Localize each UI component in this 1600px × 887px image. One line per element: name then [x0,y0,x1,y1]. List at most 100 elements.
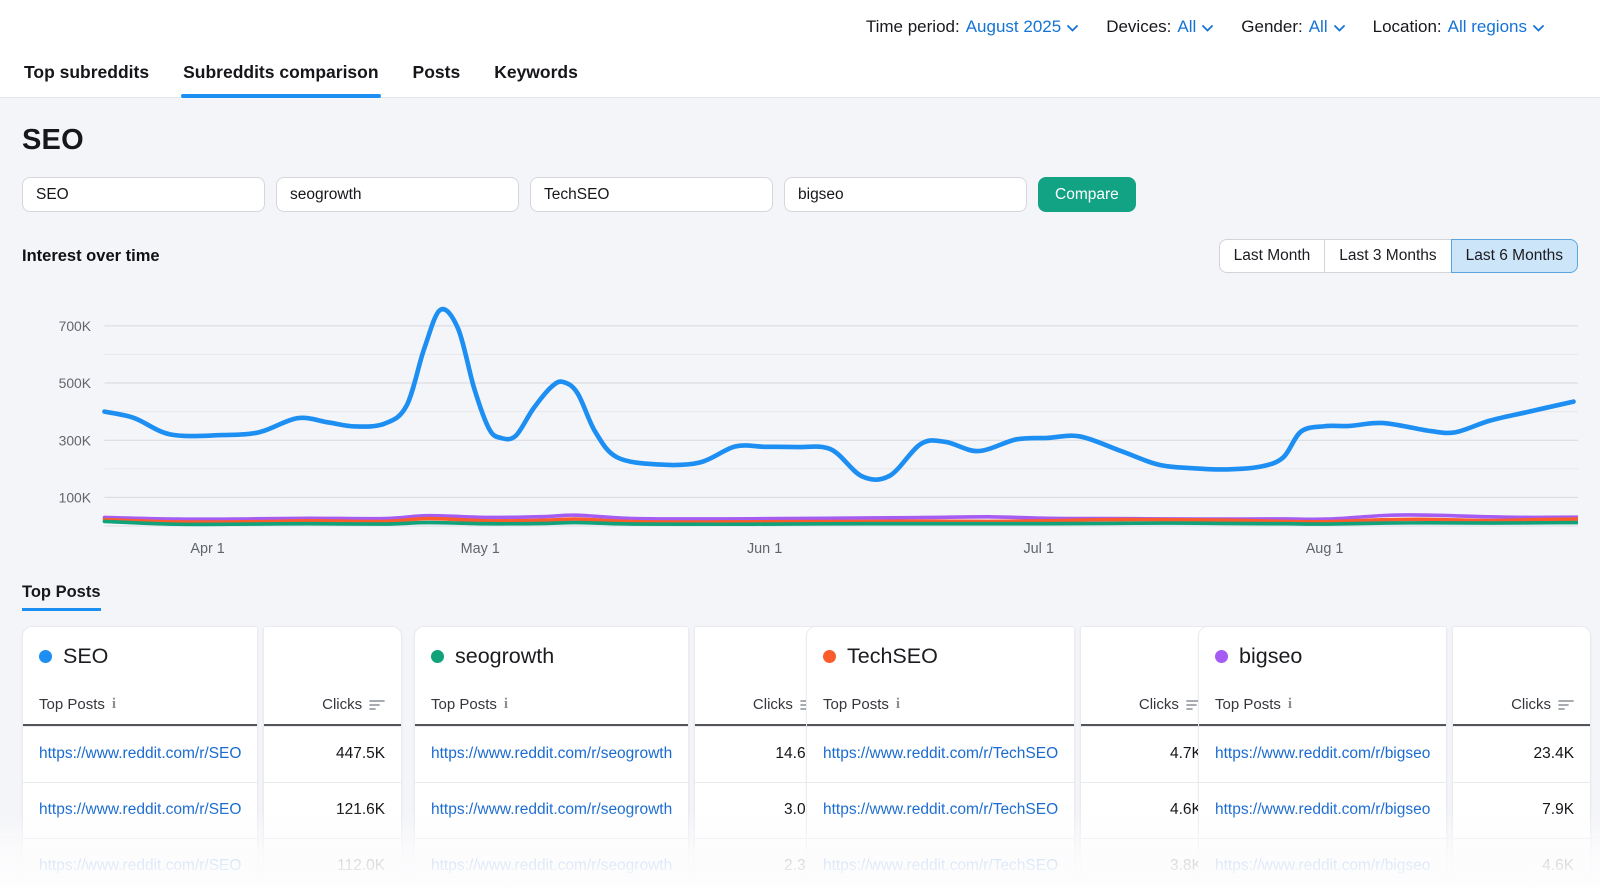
series-dot [823,650,836,663]
filter-location-label: Location: [1373,17,1442,37]
series-dot [431,650,444,663]
subreddit-input-2[interactable] [276,177,519,212]
clicks-column-header: Clicks [1139,696,1179,713]
clicks-column-header: Clicks [753,696,793,713]
svg-text:Jun 1: Jun 1 [747,541,782,557]
post-link[interactable]: https://www.reddit.com/r/SEO [39,857,241,875]
table-row: https://www.reddit.com/r/SEO [23,726,257,782]
clicks-value: 3.0K [711,801,816,819]
info-icon[interactable]: i [112,696,116,713]
range-last-6-months[interactable]: Last 6 Months [1451,239,1578,273]
clicks-value: 4.6K [1097,801,1202,819]
card-title: SEO [63,644,108,669]
clicks-value: 112.0K [280,857,385,875]
filter-gender[interactable]: Gender: All [1241,17,1344,37]
table-row: https://www.reddit.com/r/bigseo [1199,838,1446,887]
svg-text:Apr 1: Apr 1 [190,541,224,557]
post-link[interactable]: https://www.reddit.com/r/TechSEO [823,745,1058,763]
info-icon[interactable]: i [1288,696,1292,713]
svg-text:Aug 1: Aug 1 [1306,541,1344,557]
clicks-value: 7.9K [1469,801,1574,819]
svg-text:500K: 500K [59,375,92,391]
table-row: 112.0K [264,838,401,887]
tab-posts[interactable]: Posts [411,54,463,97]
card-title: bigseo [1239,644,1302,669]
compare-button[interactable]: Compare [1038,177,1136,212]
post-link[interactable]: https://www.reddit.com/r/TechSEO [823,801,1058,819]
post-link[interactable]: https://www.reddit.com/r/bigseo [1215,801,1430,819]
clicks-column-header: Clicks [322,696,362,713]
main-tabs: Top subreddits Subreddits comparison Pos… [0,54,1600,98]
table-row: https://www.reddit.com/r/TechSEO [807,726,1074,782]
svg-text:300K: 300K [59,432,92,448]
top-posts-cards: SEO Top Posts i https://www.reddit.com/r… [22,626,1578,887]
post-link[interactable]: https://www.reddit.com/r/SEO [39,745,241,763]
table-row: https://www.reddit.com/r/SEO [23,838,257,887]
clicks-value: 4.7K [1097,745,1202,763]
svg-text:Jul 1: Jul 1 [1023,541,1053,557]
post-link[interactable]: https://www.reddit.com/r/bigseo [1215,745,1430,763]
filter-time-period-value: August 2025 [966,17,1061,37]
info-icon[interactable]: i [896,696,900,713]
range-last-3-months[interactable]: Last 3 Months [1324,239,1451,273]
post-link[interactable]: https://www.reddit.com/r/SEO [39,801,241,819]
chevron-down-icon [1202,25,1213,32]
tab-top-subreddits[interactable]: Top subreddits [22,54,151,97]
clicks-value: 4.6K [1469,857,1574,875]
time-range-toggle: Last Month Last 3 Months Last 6 Months [1219,239,1578,273]
post-link[interactable]: https://www.reddit.com/r/bigseo [1215,857,1430,875]
filter-time-period[interactable]: Time period: August 2025 [866,17,1078,37]
card-bigseo: bigseo Top Posts i https://www.reddit.co… [1198,626,1578,887]
top-posts-column-header: Top Posts [1215,696,1281,713]
table-row: https://www.reddit.com/r/TechSEO [807,782,1074,838]
clicks-column-header: Clicks [1511,696,1551,713]
info-icon[interactable]: i [504,696,508,713]
subreddit-input-3[interactable] [530,177,773,212]
table-row: 447.5K [264,726,401,782]
table-row: 4.6K [1453,838,1590,887]
chevron-down-icon [1533,25,1544,32]
top-posts-tab[interactable]: Top Posts [22,583,101,611]
clicks-value: 2.3K [711,857,816,875]
table-row: https://www.reddit.com/r/seogrowth [415,838,688,887]
subreddit-input-4[interactable] [784,177,1027,212]
post-link[interactable]: https://www.reddit.com/r/seogrowth [431,745,672,763]
clicks-value: 447.5K [280,745,385,763]
sort-icon[interactable] [369,699,385,711]
table-row: https://www.reddit.com/r/seogrowth [415,782,688,838]
card-seo: SEO Top Posts i https://www.reddit.com/r… [22,626,402,887]
post-link[interactable]: https://www.reddit.com/r/TechSEO [823,857,1058,875]
post-link[interactable]: https://www.reddit.com/r/seogrowth [431,857,672,875]
table-row: https://www.reddit.com/r/seogrowth [415,726,688,782]
post-link[interactable]: https://www.reddit.com/r/seogrowth [431,801,672,819]
top-posts-column-header: Top Posts [39,696,105,713]
table-row: https://www.reddit.com/r/SEO [23,782,257,838]
filter-location[interactable]: Location: All regions [1373,17,1544,37]
series-dot [1215,650,1228,663]
interest-over-time-title: Interest over time [22,247,160,266]
chevron-down-icon [1334,25,1345,32]
top-posts-column-header: Top Posts [823,696,889,713]
filter-devices[interactable]: Devices: All [1106,17,1213,37]
interest-chart: 100K 300K 500K 700K Apr 1 May 1 Jun 1 Jul 1 Aug … [22,289,1578,559]
card-title: TechSEO [847,644,938,669]
range-last-month[interactable]: Last Month [1219,239,1326,273]
clicks-value: 14.6K [711,745,816,763]
filter-devices-label: Devices: [1106,17,1171,37]
series-dot [39,650,52,663]
clicks-value: 121.6K [280,801,385,819]
sort-icon[interactable] [1558,699,1574,711]
svg-text:100K: 100K [59,490,92,506]
card-title: seogrowth [455,644,554,669]
svg-text:May 1: May 1 [461,541,500,557]
clicks-value: 23.4K [1469,745,1574,763]
filter-gender-label: Gender: [1241,17,1302,37]
filter-gender-value: All [1309,17,1328,37]
tab-subreddits-comparison[interactable]: Subreddits comparison [181,54,380,97]
subreddit-input-1[interactable] [22,177,265,212]
tab-keywords[interactable]: Keywords [492,54,580,97]
table-row: 23.4K [1453,726,1590,782]
card-techseo: TechSEO Top Posts i https://www.reddit.c… [806,626,1186,887]
table-row: https://www.reddit.com/r/bigseo [1199,782,1446,838]
svg-text:700K: 700K [59,318,92,334]
